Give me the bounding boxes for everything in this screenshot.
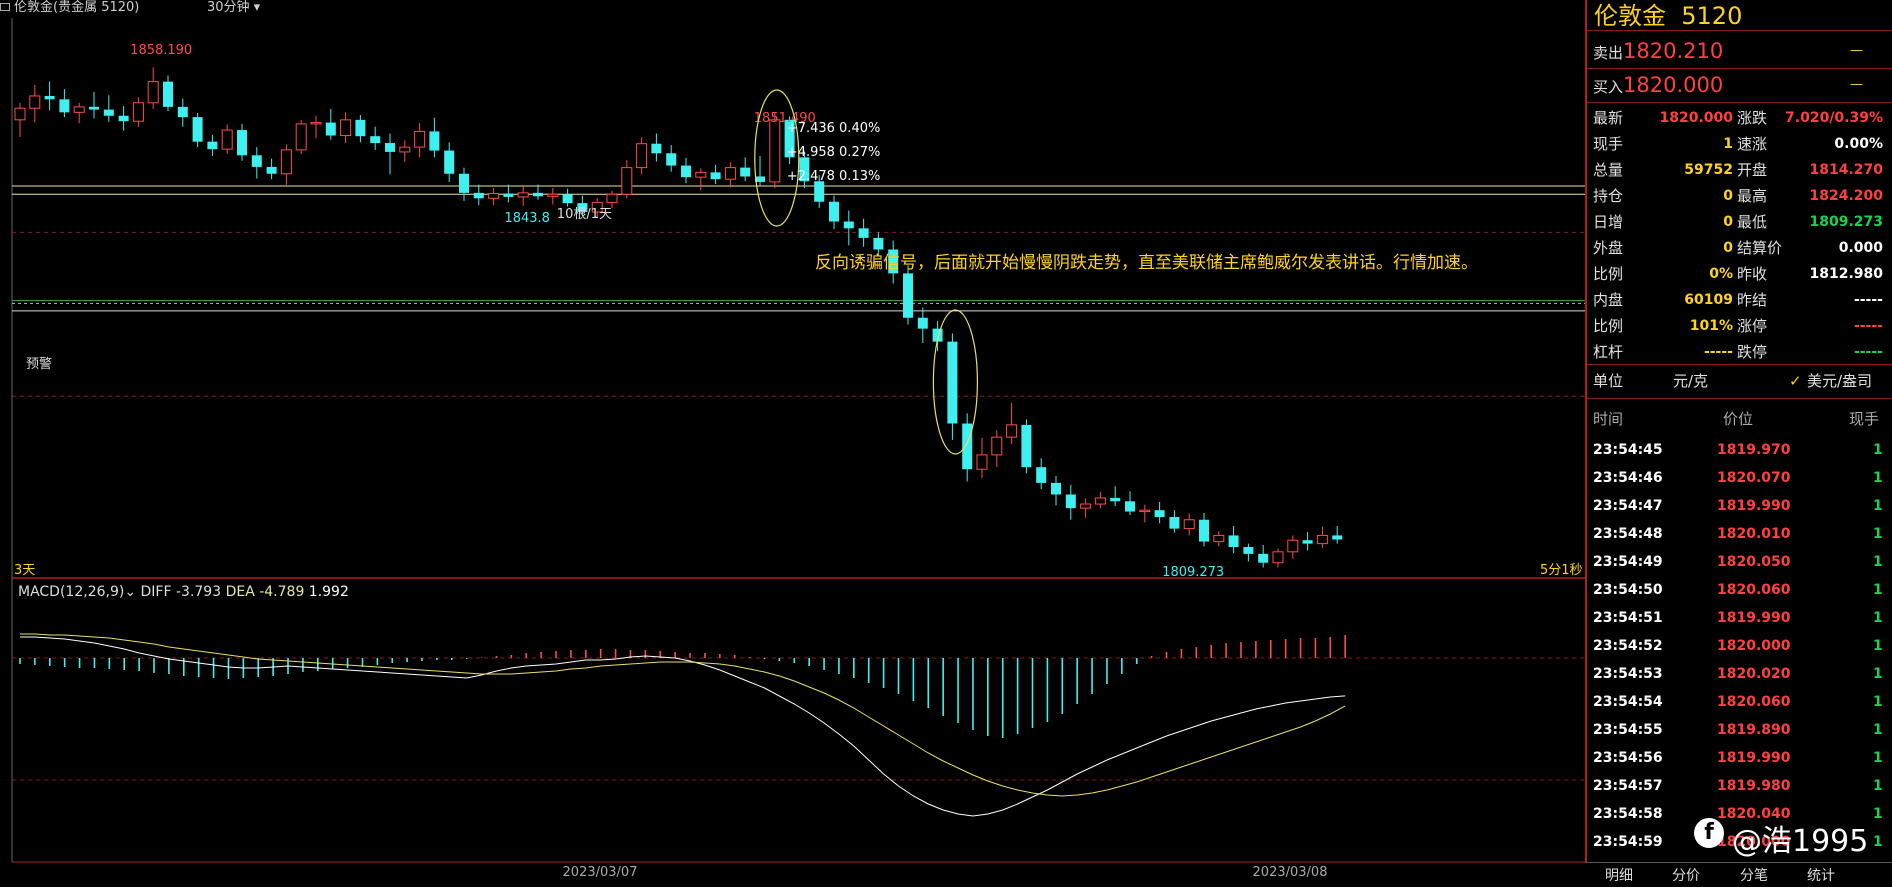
check-icon: ✓ xyxy=(1789,372,1802,390)
pct-level-1: +4.958 0.27% xyxy=(787,145,881,160)
candle xyxy=(295,119,307,154)
window-icon xyxy=(0,3,10,11)
low-label: 1809.273 xyxy=(1162,565,1224,580)
candle xyxy=(903,265,913,325)
instrument-title: 伦敦金(贵金属 5120) xyxy=(14,0,140,15)
quote-row: 外盘 0 结算价 0.000 xyxy=(1593,239,1883,257)
tick-row[interactable]: 23:54:56 1819.990 1 xyxy=(1593,744,1883,772)
pct-level-0: +7.436 0.40% xyxy=(787,121,881,136)
buy-row: 买入1820.000 — xyxy=(1593,73,1863,97)
quote-row: 总量 59752 开盘 1814.270 xyxy=(1593,161,1883,179)
x-label-1: 2023/03/07 xyxy=(563,865,638,880)
quote-row: 内盘 60109 昨结 ----- xyxy=(1593,291,1883,309)
quote-row: 最新 1820.000 涨跌 7.020/0.39% xyxy=(1593,109,1883,127)
tick-row[interactable]: 23:54:45 1819.970 1 xyxy=(1593,436,1883,464)
tick-row[interactable]: 23:54:47 1819.990 1 xyxy=(1593,492,1883,520)
quote-row: 现手 1 速涨 0.00% xyxy=(1593,135,1883,153)
retrace-tag: 10根/1天 xyxy=(557,207,612,222)
macd-label: MACD(12,26,9)⌄ DIFF -3.793 DEA -4.789 1.… xyxy=(18,584,349,600)
range-left: 3天 xyxy=(14,563,35,578)
tab-detail[interactable]: 明细 xyxy=(1605,865,1633,885)
facebook-icon: f xyxy=(1694,818,1724,848)
unit-row[interactable]: 单位 元/克 ✓ 美元/盎司 xyxy=(1593,368,1883,394)
quote-row: 杠杆 ----- 跌停 ----- xyxy=(1593,343,1883,361)
tick-row[interactable]: 23:54:48 1820.010 1 xyxy=(1593,520,1883,548)
alert-label: 预警 xyxy=(26,356,52,372)
unit-usd: 美元/盎司 xyxy=(1807,372,1873,390)
quote-panel: 伦敦金 5120 卖出1820.210 — 买入1820.000 — 最新 182… xyxy=(1585,0,1892,886)
instrument-name: 伦敦金 5120 xyxy=(1594,2,1743,30)
window-titlebar: 伦敦金(贵金属 5120) 30分钟 ▾ xyxy=(0,0,1585,16)
ticks-header: 时间 价位 现手 xyxy=(1593,410,1880,428)
tab-ticks[interactable]: 分笔 xyxy=(1740,865,1768,885)
tick-row[interactable]: 23:54:55 1819.890 1 xyxy=(1593,716,1883,744)
quote-row: 日增 0 最低 1809.273 xyxy=(1593,213,1883,231)
support-label: 1843.8 xyxy=(504,211,550,226)
price-chart[interactable]: 1858.1901851.490+7.436 0.40%+4.958 0.27%… xyxy=(0,0,1585,886)
range-right: 5分1秒 xyxy=(1540,563,1583,578)
tab-price-dist[interactable]: 分价 xyxy=(1672,865,1700,885)
comment-text: 反向诱骗信号，后面就开始慢慢阴跌走势，直至美联储主席鲍威尔发表讲话。行情加速。 xyxy=(815,252,1478,273)
panel-tabs: 明细 分价 分笔 统计 xyxy=(1585,862,1892,887)
quote-row: 比例 0% 昨收 1812.980 xyxy=(1593,265,1883,283)
unit-cny: 元/克 xyxy=(1673,372,1709,390)
tick-row[interactable]: 23:54:51 1819.990 1 xyxy=(1593,604,1883,632)
tick-row[interactable]: 23:54:50 1820.060 1 xyxy=(1593,576,1883,604)
tick-row[interactable]: 23:54:54 1820.060 1 xyxy=(1593,688,1883,716)
tick-row[interactable]: 23:54:52 1820.000 1 xyxy=(1593,632,1883,660)
watermark: @浩1995 xyxy=(1732,824,1869,859)
tab-stats[interactable]: 统计 xyxy=(1807,865,1835,885)
tick-row[interactable]: 23:54:46 1820.070 1 xyxy=(1593,464,1883,492)
tick-row[interactable]: 23:54:49 1820.050 1 xyxy=(1593,548,1883,576)
tick-row[interactable]: 23:54:53 1820.020 1 xyxy=(1593,660,1883,688)
sell-price: 1820.210 xyxy=(1623,39,1724,63)
x-label-2: 2023/03/08 xyxy=(1253,865,1328,880)
candle xyxy=(1021,419,1032,474)
quote-row: 比例 101% 涨停 ----- xyxy=(1593,317,1883,335)
high-label: 1858.190 xyxy=(130,43,192,58)
period-selector[interactable]: 30分钟 ▾ xyxy=(207,0,260,16)
buy-price: 1820.000 xyxy=(1623,73,1724,97)
sell-row: 卖出1820.210 — xyxy=(1593,39,1863,63)
pct-level-2: +2.478 0.13% xyxy=(787,169,881,184)
tick-row[interactable]: 23:54:57 1819.980 1 xyxy=(1593,772,1883,800)
quote-row: 持仓 0 最高 1824.200 xyxy=(1593,187,1883,205)
